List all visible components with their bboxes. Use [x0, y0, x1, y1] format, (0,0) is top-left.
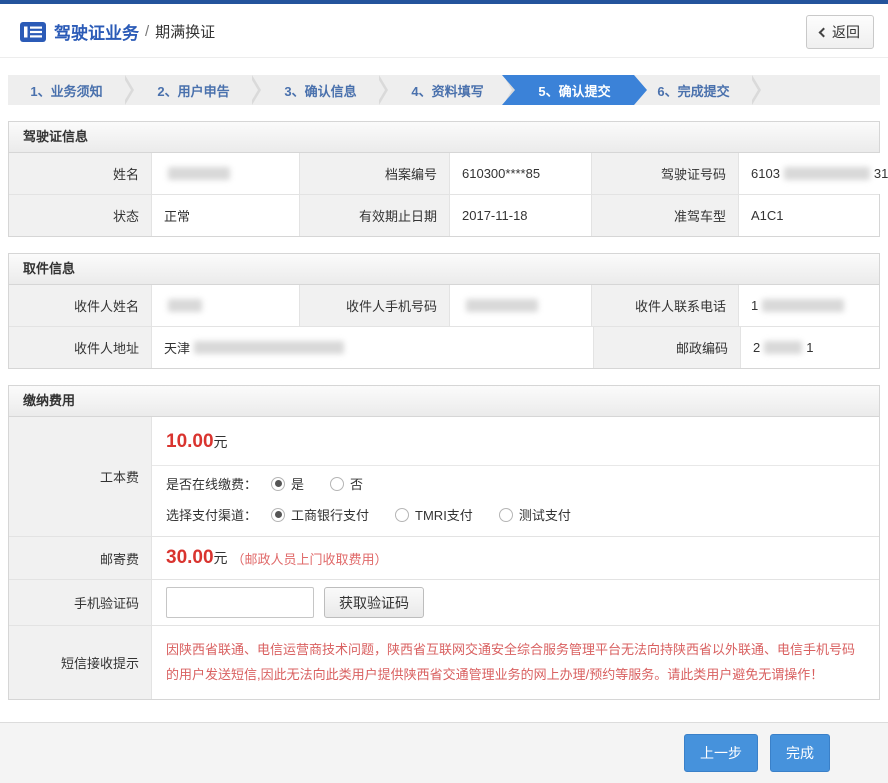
card-fee-row: 工本费 10.00元 是否在线缴费： 是 否 选择支付渠道： 工商银行支付 TM… — [9, 417, 879, 536]
sms-code-row: 手机验证码 获取验证码 — [9, 579, 879, 625]
pay-channel-question: 选择支付渠道： 工商银行支付 TMRI支付 测试支付 — [152, 497, 879, 536]
sms-notice-row: 短信接收提示 因陕西省联通、电信运营商技术问题，陕西省互联网交通安全综合服务管理… — [9, 625, 879, 699]
radio-channel-icbc[interactable] — [271, 508, 285, 522]
step-1-business-notice[interactable]: 1、业务须知 — [8, 75, 125, 105]
breadcrumb-separator: / — [145, 23, 149, 40]
radio-channel-test-label[interactable]: 测试支付 — [519, 505, 571, 524]
radio-online-yes[interactable] — [271, 477, 285, 491]
mail-fee-row: 邮寄费 30.00元 （邮政人员上门收取费用） — [9, 536, 879, 579]
radio-online-yes-label[interactable]: 是 — [291, 474, 304, 493]
redacted-recipient-name — [168, 299, 202, 312]
sms-notice-text: 因陕西省联通、电信运营商技术问题，陕西省互联网交通安全综合服务管理平台无法向持陕… — [151, 626, 879, 699]
back-button[interactable]: 返回 — [806, 15, 874, 49]
radio-channel-tmri[interactable] — [395, 508, 409, 522]
redacted-name — [168, 167, 230, 180]
step-6-finish-submit[interactable]: 6、完成提交 — [635, 75, 752, 105]
card-fee-amount: 10.00 — [166, 431, 214, 452]
radio-channel-test[interactable] — [499, 508, 513, 522]
license-number-value: 61033163X — [738, 153, 888, 194]
card-fee-unit: 元 — [214, 434, 228, 450]
payment-section: 缴纳费用 工本费 10.00元 是否在线缴费： 是 否 选择支付渠道： 工商银行… — [8, 385, 880, 700]
redacted-license-digits — [784, 167, 870, 180]
step-chevron-icon — [379, 75, 389, 105]
redacted-address — [194, 341, 344, 354]
recipient-mobile-label: 收件人手机号码 — [299, 285, 449, 326]
pay-channel-question-label: 选择支付渠道： — [166, 505, 257, 524]
mail-fee-label: 邮寄费 — [9, 537, 151, 579]
license-info-section: 驾驶证信息 姓名 档案编号 610300****85 驾驶证号码 6103316… — [8, 121, 880, 237]
expiry-date-value: 2017-11-18 — [449, 195, 591, 236]
expiry-date-label: 有效期止日期 — [299, 195, 449, 236]
sms-code-label: 手机验证码 — [9, 580, 151, 625]
footer-bar: 上一步 完成 — [0, 722, 888, 783]
license-number-label: 驾驶证号码 — [591, 153, 738, 194]
online-pay-question: 是否在线缴费： 是 否 — [152, 466, 879, 497]
radio-online-no-label[interactable]: 否 — [350, 474, 363, 493]
mail-fee-note: （邮政人员上门收取费用） — [232, 549, 388, 568]
back-chevron-icon — [819, 27, 829, 37]
redacted-postal — [764, 341, 802, 354]
step-progress-bar: 1、业务须知 2、用户申告 3、确认信息 4、资料填写 5、确认提交 6、完成提… — [8, 75, 880, 105]
license-info-title: 驾驶证信息 — [9, 122, 879, 153]
recipient-address-value: 天津 — [151, 327, 593, 368]
vehicle-class-label: 准驾车型 — [591, 195, 738, 236]
payment-title: 缴纳费用 — [9, 386, 879, 417]
recipient-name-label: 收件人姓名 — [9, 285, 151, 326]
redacted-mobile — [466, 299, 538, 312]
back-button-label: 返回 — [832, 22, 860, 42]
step-chevron-icon — [125, 75, 135, 105]
step-4-fill-data[interactable]: 4、资料填写 — [389, 75, 506, 105]
file-number-value: 610300****85 — [449, 153, 591, 194]
recipient-mobile-value — [449, 285, 591, 326]
sms-notice-label: 短信接收提示 — [9, 626, 151, 699]
previous-step-button[interactable]: 上一步 — [684, 734, 758, 772]
breadcrumb-section[interactable]: 驾驶证业务 — [54, 19, 139, 44]
name-label: 姓名 — [9, 153, 151, 194]
name-value — [151, 153, 299, 194]
postal-code-value: 21 — [740, 327, 879, 368]
table-row: 收件人地址 天津 邮政编码 21 — [9, 326, 879, 368]
status-label: 状态 — [9, 195, 151, 236]
status-value: 正常 — [151, 195, 299, 236]
radio-channel-icbc-label[interactable]: 工商银行支付 — [291, 505, 369, 524]
finish-button[interactable]: 完成 — [770, 734, 830, 772]
pickup-info-title: 取件信息 — [9, 254, 879, 285]
breadcrumb-current: 期满换证 — [155, 21, 215, 42]
step-5-confirm-submit-active[interactable]: 5、确认提交 — [502, 75, 647, 105]
postal-code-label: 邮政编码 — [593, 327, 740, 368]
file-number-label: 档案编号 — [299, 153, 449, 194]
pickup-info-section: 取件信息 收件人姓名 收件人手机号码 收件人联系电话 1 收件人地址 天津 邮政… — [8, 253, 880, 369]
license-list-icon — [20, 22, 46, 42]
recipient-phone-value: 1 — [738, 285, 879, 326]
recipient-name-value — [151, 285, 299, 326]
table-row: 状态 正常 有效期止日期 2017-11-18 准驾车型 A1C1 — [9, 194, 879, 236]
table-row: 收件人姓名 收件人手机号码 收件人联系电话 1 — [9, 285, 879, 326]
mail-fee-unit: 元 — [214, 548, 228, 568]
vehicle-class-value: A1C1 — [738, 195, 879, 236]
step-bar-tail — [762, 75, 880, 105]
page-header: 驾驶证业务 / 期满换证 返回 — [0, 4, 888, 58]
get-code-button[interactable]: 获取验证码 — [324, 587, 424, 618]
mail-fee-amount: 30.00 — [166, 547, 214, 569]
recipient-address-label: 收件人地址 — [9, 327, 151, 368]
radio-channel-tmri-label[interactable]: TMRI支付 — [415, 505, 473, 524]
step-3-confirm-info[interactable]: 3、确认信息 — [262, 75, 379, 105]
redacted-phone — [762, 299, 844, 312]
online-pay-question-label: 是否在线缴费： — [166, 474, 257, 493]
step-chevron-icon — [252, 75, 262, 105]
radio-online-no[interactable] — [330, 477, 344, 491]
card-fee-label: 工本费 — [9, 417, 151, 536]
recipient-phone-label: 收件人联系电话 — [591, 285, 738, 326]
mail-fee-amount-line: 30.00元 （邮政人员上门收取费用） — [151, 537, 879, 579]
card-fee-amount-line: 10.00元 — [152, 417, 879, 465]
step-2-user-declaration[interactable]: 2、用户申告 — [135, 75, 252, 105]
table-row: 姓名 档案编号 610300****85 驾驶证号码 61033163X — [9, 153, 879, 194]
step-chevron-icon — [752, 75, 762, 105]
sms-code-input[interactable] — [166, 587, 314, 618]
